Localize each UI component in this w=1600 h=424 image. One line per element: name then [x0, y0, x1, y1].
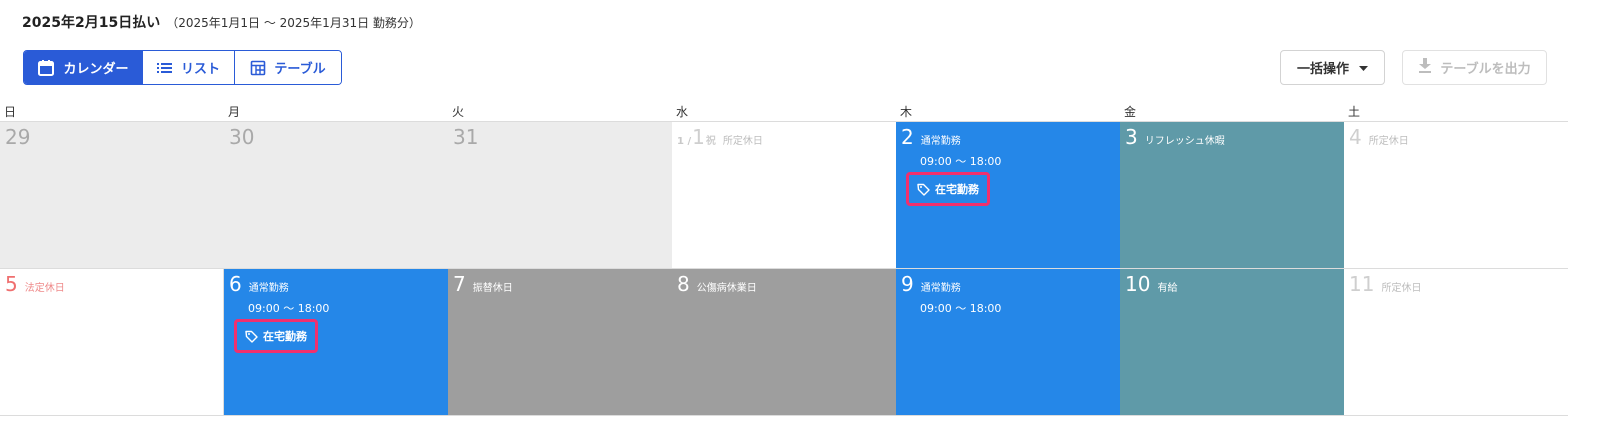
calendar-view-button[interactable]: カレンダー	[24, 51, 143, 84]
day-cell[interactable]: 30	[224, 122, 448, 269]
day-number: 31	[453, 125, 479, 149]
day-type-label: 所定休日	[1381, 283, 1422, 294]
day-number: 1	[692, 125, 705, 149]
bulk-action-button[interactable]: 一括操作	[1280, 50, 1385, 85]
day-header: 5 法定休日	[5, 272, 65, 296]
day-number: 11	[1349, 272, 1375, 296]
caret-down-icon	[1359, 60, 1368, 75]
work-tag-label: 在宅勤務	[935, 183, 979, 196]
day-number: 4	[1349, 125, 1362, 149]
pay-period-header: 2025年2月15日払い （2025年1月1日 ～ 2025年1月31日 勤務分…	[22, 12, 421, 34]
day-header: 10 有給	[1125, 272, 1177, 296]
highlight-box: 在宅勤務	[906, 172, 990, 206]
day-number: 10	[1125, 272, 1151, 296]
weekday-sat: 土	[1348, 105, 1361, 119]
weekday-sun: 日	[4, 105, 17, 119]
day-type-label: 公傷病休業日	[696, 283, 757, 294]
weekday-wed: 水	[676, 105, 689, 119]
bulk-action-label: 一括操作	[1296, 62, 1349, 77]
day-cell[interactable]: 6 通常勤務 09:00 ～ 18:00 在宅勤務	[224, 269, 448, 416]
day-cell[interactable]: 4 所定休日	[1344, 122, 1568, 269]
day-header: 29	[5, 125, 30, 149]
weekday-thu: 木	[900, 105, 913, 119]
day-header: 4 所定休日	[1349, 125, 1409, 149]
page-title: 2025年2月15日払い	[22, 15, 161, 31]
view-switcher: カレンダー リスト テーブル	[23, 50, 342, 85]
day-cell[interactable]: 31	[448, 122, 672, 269]
day-cell[interactable]: 10 有給	[1120, 269, 1344, 416]
download-icon	[1418, 58, 1432, 77]
work-hours: 09:00 ～ 18:00	[248, 302, 330, 315]
day-type-label: 所定休日	[1368, 136, 1409, 147]
holiday-mark: 祝	[705, 136, 716, 147]
export-table-label: テーブルを出力	[1440, 62, 1531, 77]
day-number: 29	[5, 125, 31, 149]
day-type-label: 振替休日	[472, 283, 513, 294]
export-table-button[interactable]: テーブルを出力	[1402, 50, 1547, 85]
work-hours: 09:00 ～ 18:00	[920, 302, 1002, 315]
highlight-box: 在宅勤務	[234, 319, 318, 353]
day-number: 6	[229, 272, 242, 296]
day-cell[interactable]: 2 通常勤務 09:00 ～ 18:00 在宅勤務	[896, 122, 1120, 269]
day-header: 30	[229, 125, 254, 149]
day-cell[interactable]: 8 公傷病休業日	[672, 269, 896, 416]
day-header: 9 通常勤務	[901, 272, 961, 296]
day-type-label: 所定休日	[722, 136, 763, 147]
list-view-label: リスト	[180, 62, 220, 77]
day-header: 6 通常勤務	[229, 272, 289, 296]
day-cell[interactable]: 9 通常勤務 09:00 ～ 18:00	[896, 269, 1120, 416]
day-cell[interactable]: 11 所定休日	[1344, 269, 1568, 416]
work-tag[interactable]: 在宅勤務	[239, 324, 313, 348]
calendar-week: 5 法定休日 6 通常勤務 09:00 ～ 18:00 在宅勤務 7 振替休日 …	[0, 269, 1568, 416]
calendar-icon	[37, 59, 55, 77]
day-type-label: 有給	[1157, 283, 1178, 294]
calendar-view-label: カレンダー	[63, 62, 129, 77]
day-cell[interactable]: 5 法定休日	[0, 269, 224, 416]
day-number: 5	[5, 272, 18, 296]
day-type-label: 通常勤務	[920, 136, 961, 147]
day-number: 30	[229, 125, 255, 149]
work-tag-label: 在宅勤務	[263, 330, 307, 343]
day-type-label: 法定休日	[24, 283, 65, 294]
calendar-grid: 日 月 火 水 木 金 土 29 30 31 1 / 1 祝 所定休日 2 通常…	[0, 98, 1568, 416]
weekday-mon: 月	[228, 105, 241, 119]
day-number: 3	[1125, 125, 1138, 149]
day-header: 11 所定休日	[1349, 272, 1421, 296]
day-cell[interactable]: 1 / 1 祝 所定休日	[672, 122, 896, 269]
day-cell[interactable]: 29	[0, 122, 224, 269]
table-view-label: テーブル	[274, 62, 326, 77]
day-cell[interactable]: 7 振替休日	[448, 269, 672, 416]
day-header: 1 / 1 祝 所定休日	[677, 125, 763, 149]
calendar-week: 29 30 31 1 / 1 祝 所定休日 2 通常勤務 09:00 ～ 18:…	[0, 122, 1568, 269]
day-number: 8	[677, 272, 690, 296]
table-icon	[250, 60, 266, 76]
day-header: 7 振替休日	[453, 272, 513, 296]
day-type-label: 通常勤務	[248, 283, 289, 294]
day-cell[interactable]: 3 リフレッシュ休暇	[1120, 122, 1344, 269]
work-tag[interactable]: 在宅勤務	[911, 177, 985, 201]
period-range: （2025年1月1日 ～ 2025年1月31日 勤務分）	[166, 16, 421, 30]
day-header: 8 公傷病休業日	[677, 272, 757, 296]
tag-icon	[245, 330, 258, 343]
table-view-button[interactable]: テーブル	[235, 51, 341, 84]
list-view-button[interactable]: リスト	[143, 51, 235, 84]
day-number: 9	[901, 272, 914, 296]
day-header: 31	[453, 125, 478, 149]
day-header: 3 リフレッシュ休暇	[1125, 125, 1225, 149]
day-type-label: 通常勤務	[920, 283, 961, 294]
day-header: 2 通常勤務	[901, 125, 961, 149]
weekday-tue: 火	[452, 105, 465, 119]
day-type-label: リフレッシュ休暇	[1144, 136, 1225, 147]
tag-icon	[917, 183, 930, 196]
work-hours: 09:00 ～ 18:00	[920, 155, 1002, 168]
weekday-header: 日 月 火 水 木 金 土	[0, 98, 1568, 122]
day-number: 2	[901, 125, 914, 149]
month-prefix: 1 /	[677, 136, 692, 147]
weekday-fri: 金	[1124, 105, 1137, 119]
day-number: 7	[453, 272, 466, 296]
list-icon	[156, 61, 173, 75]
